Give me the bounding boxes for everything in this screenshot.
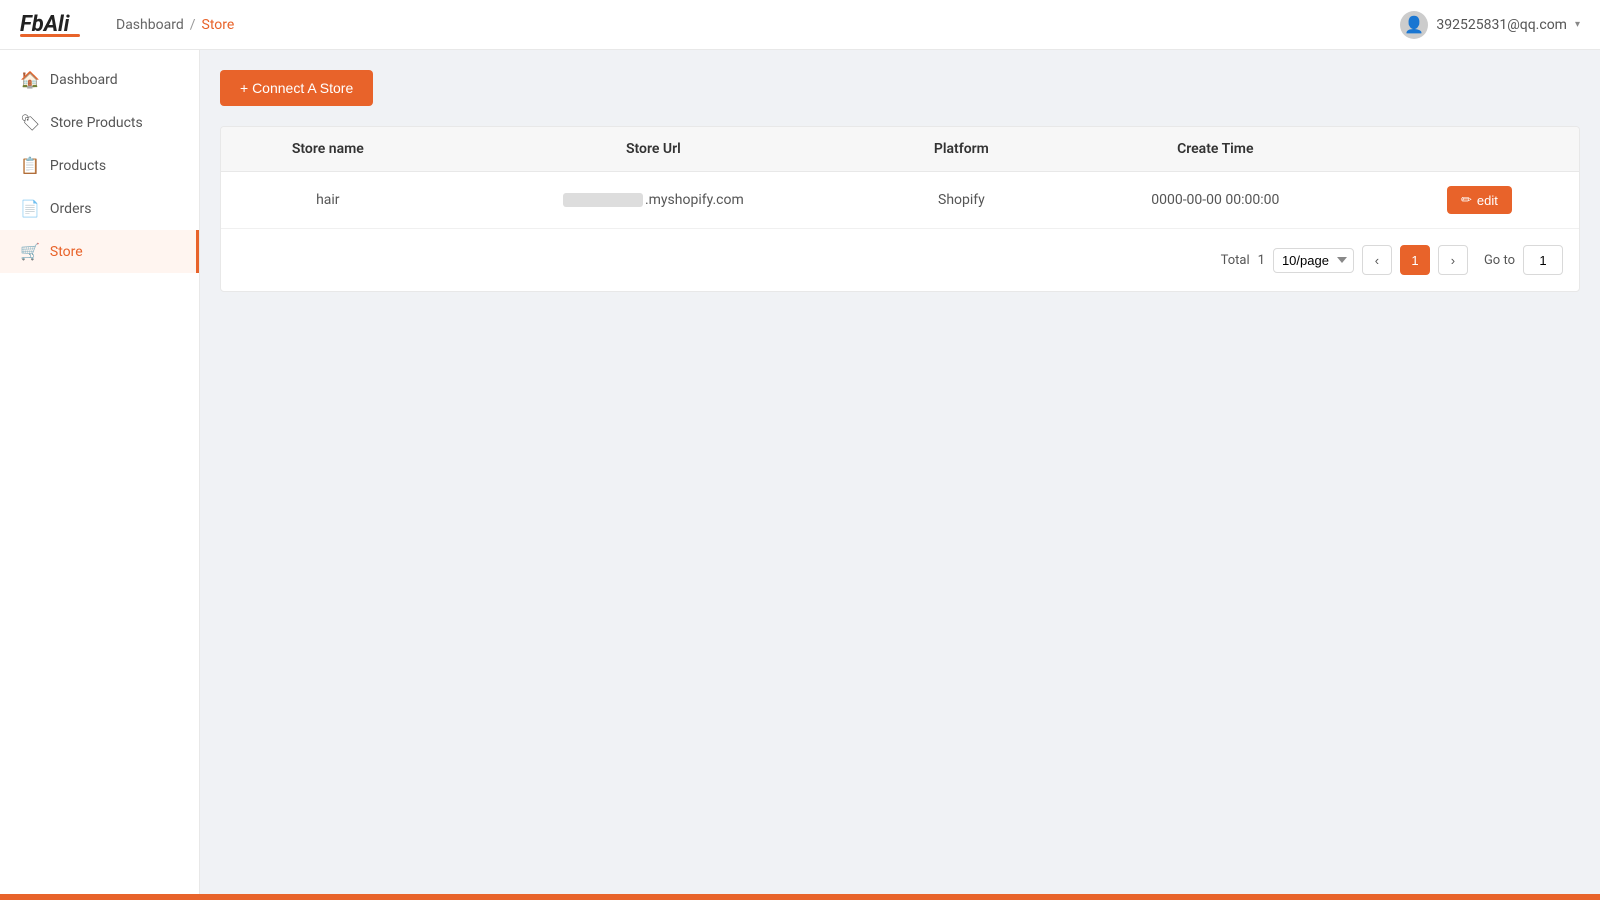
- chevron-down-icon: ▾: [1575, 19, 1580, 30]
- current-page-button[interactable]: 1: [1400, 245, 1430, 275]
- connect-store-button[interactable]: + Connect A Store: [220, 70, 373, 106]
- cell-store-url: .myshopify.com: [435, 172, 872, 229]
- col-store-name: Store name: [221, 127, 435, 172]
- header-left: FbAli Dashboard / Store: [20, 12, 234, 37]
- col-platform: Platform: [872, 127, 1051, 172]
- sidebar-item-store[interactable]: 🛒 Store: [0, 230, 199, 273]
- pagination: Total 1 10/page 20/page 50/page ‹ 1 › Go…: [221, 228, 1579, 291]
- col-create-time: Create Time: [1051, 127, 1380, 172]
- next-page-button[interactable]: ›: [1438, 245, 1468, 275]
- cell-store-name: hair: [221, 172, 435, 229]
- sidebar-item-label: Dashboard: [50, 72, 118, 88]
- goto-label: Go to: [1484, 253, 1515, 268]
- cell-platform: Shopify: [872, 172, 1051, 229]
- sidebar: 🏠 Dashboard 🏷 Store Products 📋 Products …: [0, 50, 200, 894]
- total-count: 1: [1258, 253, 1265, 268]
- blurred-url: [563, 193, 643, 207]
- sidebar-item-dashboard[interactable]: 🏠 Dashboard: [0, 58, 199, 101]
- total-label: Total: [1221, 253, 1250, 268]
- col-actions: [1380, 127, 1579, 172]
- breadcrumb: Dashboard / Store: [116, 17, 234, 33]
- sidebar-item-products[interactable]: 📋 Products: [0, 144, 199, 187]
- col-store-url: Store Url: [435, 127, 872, 172]
- store-table-card: Store name Store Url Platform Create Tim…: [220, 126, 1580, 292]
- prev-page-button[interactable]: ‹: [1362, 245, 1392, 275]
- breadcrumb-home[interactable]: Dashboard: [116, 17, 184, 33]
- breadcrumb-separator: /: [190, 17, 196, 33]
- breadcrumb-current: Store: [202, 17, 235, 33]
- header-right[interactable]: 👤 392525831@qq.com ▾: [1400, 11, 1580, 39]
- edit-icon: ✏: [1461, 192, 1472, 208]
- goto-input[interactable]: [1523, 245, 1563, 275]
- table-header-row: Store name Store Url Platform Create Tim…: [221, 127, 1579, 172]
- main-content: + Connect A Store Store name Store Url P…: [200, 50, 1600, 894]
- sidebar-item-label: Products: [50, 158, 106, 174]
- edit-label: edit: [1477, 193, 1498, 208]
- store-table: Store name Store Url Platform Create Tim…: [221, 127, 1579, 228]
- tag-icon: 🏷: [20, 113, 40, 132]
- sidebar-item-label: Store Products: [50, 115, 142, 131]
- bottom-bar: [0, 894, 1600, 900]
- header: FbAli Dashboard / Store 👤 392525831@qq.c…: [0, 0, 1600, 50]
- user-email: 392525831@qq.com: [1436, 17, 1567, 33]
- sidebar-item-store-products[interactable]: 🏷 Store Products: [0, 101, 199, 144]
- edit-button[interactable]: ✏ edit: [1447, 186, 1512, 214]
- layout: 🏠 Dashboard 🏷 Store Products 📋 Products …: [0, 50, 1600, 894]
- avatar: 👤: [1400, 11, 1428, 39]
- page-size-select[interactable]: 10/page 20/page 50/page: [1273, 248, 1354, 273]
- table-row: hair .myshopify.com Shopify 0000-00-00 0…: [221, 172, 1579, 229]
- store-icon: 🛒: [20, 242, 40, 261]
- avatar-icon: 👤: [1404, 15, 1424, 34]
- sidebar-item-label: Orders: [50, 201, 92, 217]
- store-url-suffix: .myshopify.com: [645, 192, 744, 208]
- cell-actions: ✏ edit: [1380, 172, 1579, 229]
- sidebar-item-label: Store: [50, 244, 83, 260]
- list-icon: 📋: [20, 156, 40, 175]
- cell-create-time: 0000-00-00 00:00:00: [1051, 172, 1380, 229]
- sidebar-item-orders[interactable]: 📄 Orders: [0, 187, 199, 230]
- logo: FbAli: [20, 12, 80, 37]
- orders-icon: 📄: [20, 199, 40, 218]
- home-icon: 🏠: [20, 70, 40, 89]
